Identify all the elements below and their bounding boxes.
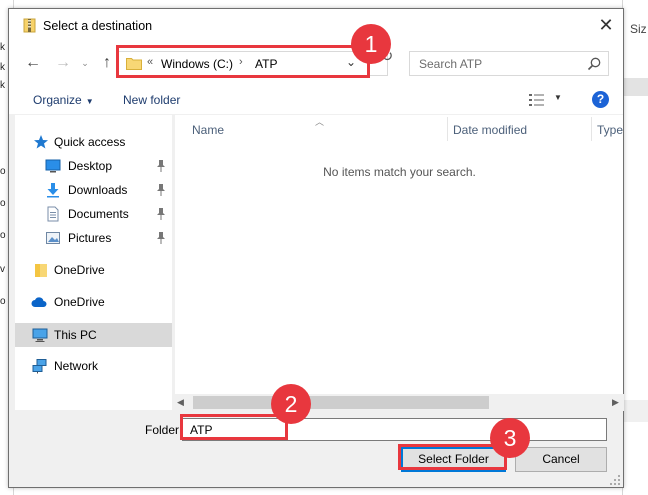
background-char: o	[0, 230, 6, 241]
caret-down-icon: ▼	[85, 97, 94, 106]
close-button[interactable]: ✕	[589, 9, 623, 41]
new-folder-button[interactable]: New folder	[123, 93, 180, 107]
sidebar-item-onedrive[interactable]: OneDrive	[15, 291, 172, 313]
resize-grip-icon[interactable]	[609, 474, 621, 486]
select-destination-dialog: Select a destination ✕ ← → ⌄ ↑ « Windows…	[8, 8, 624, 488]
arrow-right-icon: →	[55, 54, 71, 71]
zip-folder-icon	[23, 18, 36, 33]
search-placeholder: Search ATP	[419, 57, 483, 71]
network-icon	[32, 359, 47, 374]
background-char: o	[0, 296, 6, 307]
background-char: k	[0, 62, 5, 73]
sidebar-item-label: Documents	[68, 207, 129, 221]
background-char: v	[0, 264, 5, 275]
folder-label: Folder:	[145, 423, 183, 437]
dialog-title: Select a destination	[43, 19, 153, 33]
sidebar-item-label: Network	[54, 359, 99, 373]
close-icon: ✕	[598, 15, 614, 35]
back-button[interactable]: ←	[23, 53, 43, 73]
search-icon	[587, 57, 601, 71]
column-header-date-modified[interactable]: Date modified	[453, 123, 527, 137]
step-badge-3: 3	[490, 418, 530, 458]
background-char: k	[0, 80, 5, 91]
sidebar-item-label: This PC	[54, 328, 97, 342]
annotation-box-folder	[180, 414, 288, 440]
navigation-pane: Quick access Desktop Downloads Documents…	[15, 115, 172, 410]
pictures-icon	[46, 232, 60, 244]
cloud-icon	[31, 297, 47, 307]
column-divider[interactable]	[447, 117, 448, 141]
step-badge-2: 2	[271, 384, 311, 424]
chevron-down-icon: ⌄	[81, 58, 89, 68]
arrow-left-icon: ←	[25, 54, 41, 71]
pin-icon	[157, 160, 165, 172]
computer-icon	[32, 328, 48, 342]
up-button[interactable]: ↑	[97, 53, 117, 73]
pin-icon	[157, 208, 165, 220]
title-bar: Select a destination ✕	[9, 9, 623, 41]
sidebar-item-desktop[interactable]: Desktop	[15, 155, 172, 177]
sidebar-item-label: OneDrive	[54, 295, 105, 309]
scroll-right-icon[interactable]: ▶	[612, 397, 619, 408]
sidebar-item-label: Quick access	[54, 135, 126, 149]
column-headers: ︿ Name Date modified Type	[175, 115, 624, 143]
documents-icon	[47, 206, 59, 222]
view-options-icon[interactable]	[529, 93, 545, 107]
sidebar-item-network[interactable]: Network	[15, 355, 172, 377]
organize-button[interactable]: Organize ▼	[33, 93, 94, 107]
organize-label: Organize	[33, 93, 82, 107]
downloads-icon	[47, 183, 59, 198]
sidebar-item-label: Downloads	[68, 183, 128, 197]
sidebar-item-label: OneDrive	[54, 263, 105, 277]
forward-button[interactable]: →	[53, 53, 73, 73]
search-input[interactable]: Search ATP	[409, 51, 609, 76]
background-char: k	[0, 42, 5, 53]
command-bar: Organize ▼ New folder ▼ ?	[9, 85, 623, 115]
desktop-icon	[45, 159, 61, 173]
column-divider[interactable]	[591, 117, 592, 141]
background-column-header: Siz	[630, 22, 647, 36]
background-row-highlight	[623, 78, 648, 96]
sidebar-item-onedrive-folder[interactable]: OneDrive	[15, 259, 172, 281]
sidebar-item-pictures[interactable]: Pictures	[15, 227, 172, 249]
annotation-box-address	[116, 45, 370, 78]
background-char: o	[0, 166, 6, 177]
step-badge-1: 1	[351, 24, 391, 64]
file-list: ︿ Name Date modified Type No items match…	[174, 115, 624, 411]
empty-state-message: No items match your search.	[323, 165, 476, 179]
pin-icon	[157, 184, 165, 196]
folder-icon	[35, 264, 47, 277]
sidebar-item-documents[interactable]: Documents	[15, 203, 172, 225]
view-caret-down-icon[interactable]: ▼	[554, 93, 562, 102]
recent-locations-button[interactable]: ⌄	[75, 53, 95, 73]
annotation-box-select	[398, 444, 507, 470]
sidebar-item-downloads[interactable]: Downloads	[15, 179, 172, 201]
scrollbar-thumb[interactable]	[193, 396, 489, 409]
cancel-button[interactable]: Cancel	[515, 447, 607, 472]
sidebar-item-quick-access[interactable]: Quick access	[15, 131, 172, 153]
background-row-strip	[623, 400, 648, 422]
help-button[interactable]: ?	[592, 91, 609, 108]
sidebar-item-this-pc[interactable]: This PC	[15, 323, 172, 347]
pin-icon	[157, 232, 165, 244]
scroll-left-icon[interactable]: ◀	[177, 397, 184, 408]
sidebar-item-label: Pictures	[68, 231, 112, 245]
column-header-name[interactable]: Name	[192, 123, 224, 137]
sidebar-item-label: Desktop	[68, 159, 113, 173]
arrow-up-icon: ↑	[103, 54, 111, 71]
horizontal-scrollbar[interactable]: ◀ ▶	[175, 394, 624, 411]
star-icon	[34, 135, 48, 149]
sort-ascending-icon: ︿	[315, 117, 325, 127]
column-header-type[interactable]: Type	[597, 123, 623, 137]
background-char: o	[0, 198, 6, 209]
